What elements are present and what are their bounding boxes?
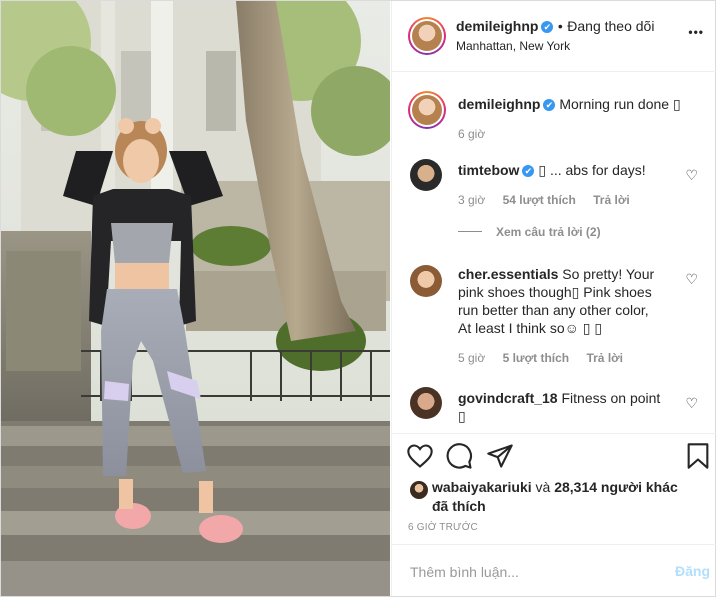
comment-like-heart-icon[interactable]: ♡ — [685, 271, 698, 288]
comment-text-line: At least I think so☺ ▯ ▯ — [458, 320, 603, 336]
comment-text-line: Fitness on point — [561, 390, 661, 406]
bookmark-icon[interactable] — [686, 442, 710, 470]
likes-connector: và — [535, 479, 551, 495]
comments-list[interactable]: demileighnp ✔ Morning run done ▯ 6 giờ ti… — [392, 71, 716, 433]
comment-like-heart-icon[interactable]: ♡ — [685, 395, 698, 412]
share-icon[interactable] — [486, 442, 514, 470]
location-link[interactable]: Manhattan, New York — [456, 39, 570, 53]
comment-like-heart-icon[interactable]: ♡ — [685, 167, 698, 184]
comment-username[interactable]: cher.essentials — [458, 266, 558, 282]
verified-icon: ✔ — [541, 21, 554, 33]
commenter-avatar[interactable] — [410, 387, 442, 419]
commenter-avatar[interactable] — [410, 265, 442, 297]
separator-dot: • — [557, 18, 563, 34]
heart-icon[interactable] — [406, 442, 434, 470]
comment-likes[interactable]: 54 lượt thích — [503, 193, 576, 207]
more-icon[interactable]: ••• — [688, 25, 704, 39]
comment-input[interactable] — [408, 561, 652, 583]
comment-text-line: pink shoes though▯ Pink shoes — [458, 284, 652, 300]
author-username[interactable]: demileighnp — [456, 18, 538, 34]
comment-text-line: So pretty! Your — [562, 266, 655, 282]
post-actions: wabaiyakariuki và 28,314 người khác đã t… — [392, 433, 716, 544]
liker-username[interactable]: wabaiyakariuki — [432, 479, 532, 495]
post-side-panel: demileighnp ✔ • Đang theo dõi Manhattan, … — [391, 1, 716, 596]
add-comment-bar: Đăng — [392, 544, 716, 597]
caption-username[interactable]: demileighnp — [458, 96, 540, 112]
comment-time[interactable]: 5 giờ — [458, 351, 485, 365]
caption-time[interactable]: 6 giờ — [458, 127, 485, 141]
caption-text: Morning run done ▯ — [559, 96, 681, 112]
commenter-avatar[interactable] — [410, 159, 442, 191]
comment-meta: 5 giờ 5 lượt thích Trả lời — [458, 351, 623, 365]
reply-button[interactable]: Trả lời — [593, 193, 630, 207]
comment-meta: 3 giờ 54 lượt thích Trả lời — [458, 193, 630, 207]
comment-item: timtebow ✔ ▯ ... abs for days! — [458, 161, 688, 179]
verified-icon: ✔ — [522, 165, 535, 177]
reply-button[interactable]: Trả lời — [586, 351, 623, 365]
post-photo[interactable] — [1, 1, 390, 596]
comment-text-line: run better than any other color, — [458, 302, 649, 318]
liker-avatar[interactable] — [410, 481, 428, 499]
view-replies-button[interactable]: Xem câu trả lời (2) — [458, 225, 601, 239]
author-avatar[interactable] — [408, 17, 446, 55]
comment-text: ▯ ... abs for days! — [538, 162, 646, 178]
view-replies-label: Xem câu trả lời (2) — [496, 225, 601, 239]
comment-username[interactable]: govindcraft_18 — [458, 390, 558, 406]
post-comment-button[interactable]: Đăng — [675, 563, 710, 579]
comment-time[interactable]: 3 giờ — [458, 193, 485, 207]
likes-summary: wabaiyakariuki và 28,314 người khác đã t… — [432, 478, 712, 516]
comment-likes[interactable]: 5 lượt thích — [503, 351, 570, 365]
caption: demileighnp ✔ Morning run done ▯ — [458, 95, 708, 113]
post-header: demileighnp ✔ • Đang theo dõi Manhattan, … — [392, 1, 716, 72]
comment-icon[interactable] — [446, 442, 474, 470]
follow-status-button[interactable]: Đang theo dõi — [567, 18, 654, 34]
comment-item: cher.essentials So pretty! Your pink sho… — [458, 265, 698, 337]
post-time-ago[interactable]: 6 GIỜ TRƯỚC — [408, 522, 478, 533]
replies-divider — [458, 231, 482, 232]
comment-text-line: ▯ — [458, 408, 466, 424]
photo-illustration — [1, 1, 390, 596]
post-dialog: demileighnp ✔ • Đang theo dõi Manhattan, … — [0, 0, 716, 597]
comment-item: govindcraft_18 Fitness on point ▯ — [458, 389, 698, 425]
comment-username[interactable]: timtebow — [458, 162, 519, 178]
likes-others[interactable]: 28,314 người khác — [554, 479, 678, 495]
caption-author-avatar[interactable] — [408, 91, 446, 129]
verified-icon: ✔ — [543, 99, 556, 111]
likes-suffix: đã thích — [432, 498, 486, 514]
